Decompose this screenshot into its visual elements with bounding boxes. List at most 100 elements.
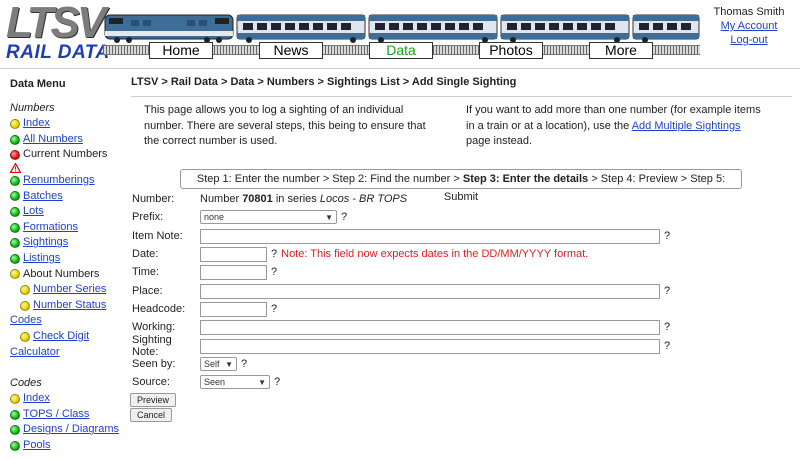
sidebar-item-all-numbers[interactable]: All Numbers	[10, 132, 125, 148]
date-input[interactable]	[200, 246, 267, 262]
working-help-icon[interactable]: ?	[664, 321, 670, 333]
yellow-status-icon	[10, 118, 20, 129]
site-logo-subtitle[interactable]: RAIL DATA	[6, 42, 110, 64]
green-status-icon	[10, 425, 20, 436]
sidebar-item-listings[interactable]: Listings	[10, 251, 125, 267]
sidebar-item-codes-index[interactable]: Index	[10, 391, 125, 407]
number-label: Number:	[132, 193, 175, 205]
sidebar-item-batches[interactable]: Batches	[10, 189, 125, 205]
chevron-down-icon: ▼	[325, 212, 333, 222]
nav-data-button[interactable]: Data	[369, 42, 433, 59]
sidebar-item-calculator[interactable]: Calculator	[10, 345, 125, 361]
place-row: Place: ?	[132, 283, 670, 299]
breadcrumb: LTSV > Rail Data > Data > Numbers > Sigh…	[131, 76, 517, 88]
green-status-icon	[10, 238, 20, 249]
number-row: Number: Number 70801 in series Locos - B…	[132, 191, 407, 207]
sidebar-item-renumberings[interactable]: Renumberings	[10, 173, 125, 189]
warning-icon	[10, 162, 21, 173]
user-name: Thomas Smith	[713, 6, 785, 18]
prefix-row: Prefix: none ▼ ?	[132, 209, 347, 225]
breadcrumb-divider	[131, 96, 792, 97]
green-status-icon	[10, 191, 20, 202]
source-help-icon[interactable]: ?	[274, 376, 280, 388]
green-status-icon	[10, 253, 20, 264]
nav-photos-button[interactable]: Photos	[479, 42, 543, 59]
date-help-icon[interactable]: ?	[271, 248, 277, 260]
sidebar-item-sightings[interactable]: Sightings	[10, 235, 125, 251]
sidebar-item-number-status[interactable]: Number Status	[10, 298, 125, 314]
sidebar-item-pools[interactable]: Pools	[10, 438, 125, 454]
sidebar: Data Menu Numbers Index All Numbers Curr…	[10, 77, 125, 454]
working-row: Working: ?	[132, 319, 670, 335]
sidebar-item-number-series[interactable]: Number Series	[10, 282, 125, 298]
green-status-icon	[10, 409, 20, 420]
sighting-note-row: Sighting Note: ?	[132, 334, 670, 358]
item-note-row: Item Note: ?	[132, 228, 670, 244]
item-note-help-icon[interactable]: ?	[664, 230, 670, 242]
green-status-icon	[10, 134, 20, 145]
source-row: Source: Seen ▼ ?	[132, 374, 280, 390]
sidebar-item-formations[interactable]: Formations	[10, 220, 125, 236]
source-label: Source:	[132, 376, 170, 388]
place-input[interactable]	[200, 283, 660, 299]
headcode-row: Headcode: ?	[132, 301, 277, 317]
sidebar-item-designs-diagrams[interactable]: Designs / Diagrams	[10, 422, 125, 438]
preview-button[interactable]: Preview	[130, 393, 177, 407]
time-input[interactable]	[200, 264, 267, 280]
nav-home-button[interactable]: Home	[149, 42, 213, 59]
time-row: Time: ?	[132, 264, 277, 280]
cancel-button[interactable]: Cancel	[130, 408, 173, 422]
site-logo[interactable]: LTSV	[6, 1, 106, 45]
intro-text-left: This page allows you to log a sighting o…	[144, 104, 426, 147]
seen-by-label: Seen by:	[132, 358, 176, 370]
prefix-select[interactable]: none ▼	[200, 210, 337, 224]
headcode-input[interactable]	[200, 301, 267, 317]
chevron-down-icon: ▼	[225, 359, 233, 369]
working-input[interactable]	[200, 319, 660, 335]
yellow-status-icon	[20, 284, 30, 295]
logout-link[interactable]: Log-out	[706, 33, 792, 47]
sidebar-section-codes: Codes	[10, 376, 42, 389]
date-label: Date:	[132, 248, 159, 260]
nav-more-button[interactable]: More	[589, 42, 653, 59]
place-help-icon[interactable]: ?	[664, 285, 670, 297]
time-help-icon[interactable]: ?	[271, 266, 277, 278]
header-divider	[0, 68, 800, 69]
sidebar-item-index[interactable]: Index	[10, 116, 125, 132]
date-format-note: Note: This field now expects dates in th…	[281, 248, 589, 260]
sidebar-section-numbers: Numbers	[10, 101, 55, 114]
green-status-icon	[10, 440, 20, 451]
prefix-help-icon[interactable]: ?	[341, 211, 347, 223]
step-indicator: Step 1: Enter the number > Step 2: Find …	[180, 169, 742, 203]
intro-text-right: If you want to add more than one number …	[466, 104, 761, 147]
working-label: Working:	[132, 321, 176, 333]
site-header: LTSV RAIL DATA Home News Data Photos Mor…	[0, 0, 800, 68]
seen-by-row: Seen by: Self ▼ ?	[132, 356, 247, 372]
sidebar-item-codes-link[interactable]: Codes	[10, 313, 125, 329]
sidebar-item-check-digit[interactable]: Check Digit	[10, 329, 125, 345]
time-label: Time:	[132, 266, 160, 278]
nav-news-button[interactable]: News	[259, 42, 323, 59]
add-multiple-sightings-link[interactable]: Add Multiple Sightings	[632, 120, 741, 132]
sighting-note-input[interactable]	[200, 338, 660, 354]
sidebar-item-current-numbers: Current Numbers	[10, 147, 125, 163]
seen-by-help-icon[interactable]: ?	[241, 358, 247, 370]
seen-by-select[interactable]: Self ▼	[200, 357, 237, 371]
date-row: Date: ? Note: This field now expects dat…	[132, 246, 588, 262]
yellow-status-icon	[20, 300, 30, 311]
source-select[interactable]: Seen ▼	[200, 375, 270, 389]
green-status-icon	[10, 175, 20, 186]
sighting-note-help-icon[interactable]: ?	[664, 340, 670, 352]
sidebar-item-lots[interactable]: Lots	[10, 204, 125, 220]
sidebar-item-tops-class[interactable]: TOPS / Class	[10, 407, 125, 423]
yellow-status-icon	[10, 394, 20, 405]
my-account-link[interactable]: My Account	[706, 19, 792, 33]
yellow-status-icon	[10, 269, 20, 280]
item-note-input[interactable]	[200, 228, 660, 244]
headcode-help-icon[interactable]: ?	[271, 303, 277, 315]
sighting-note-label: Sighting Note:	[132, 334, 172, 358]
red-status-icon	[10, 150, 20, 161]
green-status-icon	[10, 206, 20, 217]
user-box: Thomas Smith My Account Log-out	[706, 5, 792, 47]
